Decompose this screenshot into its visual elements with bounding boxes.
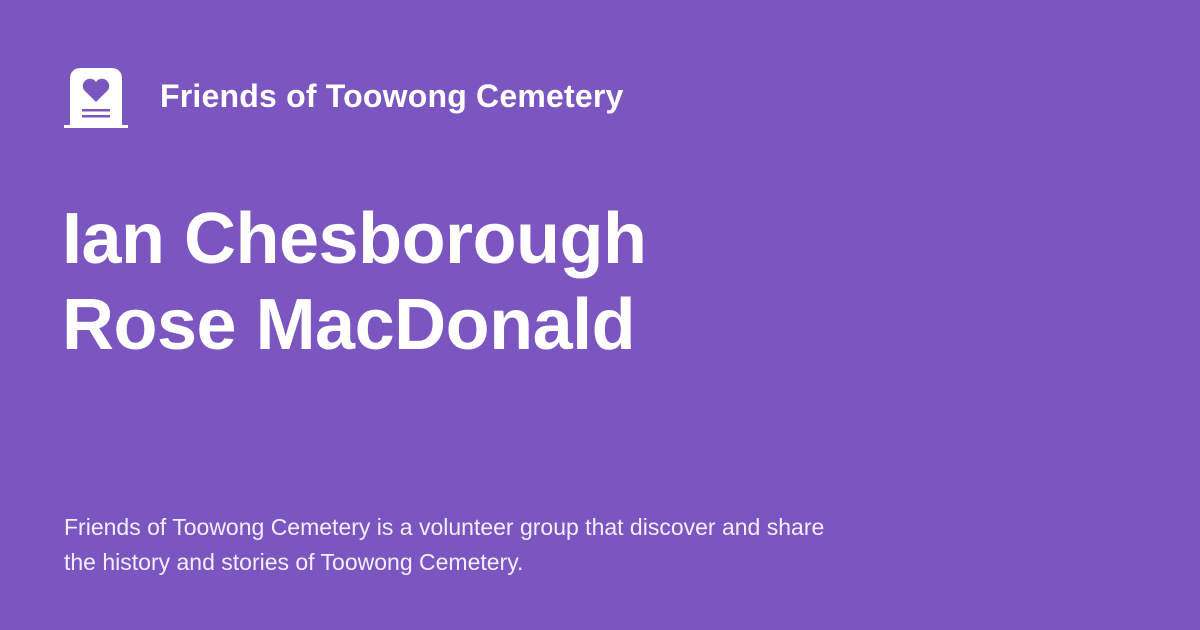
social-share-card: Friends of Toowong Cemetery Ian Chesboro… [0, 0, 1200, 630]
title-line-1: Ian Chesborough [62, 199, 647, 279]
page-title: Ian Chesborough Rose MacDonald [62, 196, 647, 368]
site-description: Friends of Toowong Cemetery is a volunte… [64, 514, 825, 575]
site-brand: Friends of Toowong Cemetery [64, 64, 624, 128]
headstone-heart-icon [64, 68, 128, 128]
title-line-2: Rose MacDonald [62, 285, 636, 365]
site-name: Friends of Toowong Cemetery [160, 77, 624, 114]
